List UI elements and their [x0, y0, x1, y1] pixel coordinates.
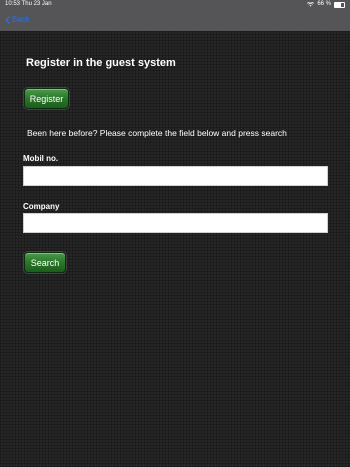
status-bar: 10:53 Thu 23 Jan 66 %	[0, 0, 350, 9]
status-time: 10:53 Thu 23 Jan	[5, 0, 52, 9]
mobile-input[interactable]	[23, 166, 328, 186]
chevron-left-icon	[5, 15, 10, 24]
battery-percent: 66 %	[317, 1, 331, 7]
search-button[interactable]: Search	[24, 252, 66, 273]
register-button[interactable]: Register	[24, 88, 69, 109]
company-input[interactable]	[23, 213, 328, 233]
battery-fill	[335, 2, 341, 7]
page-title: Register in the guest system	[26, 57, 176, 69]
status-right: 66 %	[307, 0, 345, 9]
battery-icon	[334, 1, 345, 8]
status-time-text: 10:53	[5, 1, 21, 7]
navigation-bar: 10:53 Thu 23 Jan 66 % Back	[0, 0, 350, 31]
wifi-icon	[307, 2, 315, 7]
status-date-text: Thu 23 Jan	[21, 1, 52, 7]
back-label: Back	[12, 15, 30, 24]
mobile-label: Mobil no.	[23, 154, 59, 163]
intro-text: Been here before? Please complete the fi…	[27, 128, 287, 138]
back-button[interactable]: Back	[5, 15, 30, 24]
company-label: Company	[23, 202, 60, 211]
